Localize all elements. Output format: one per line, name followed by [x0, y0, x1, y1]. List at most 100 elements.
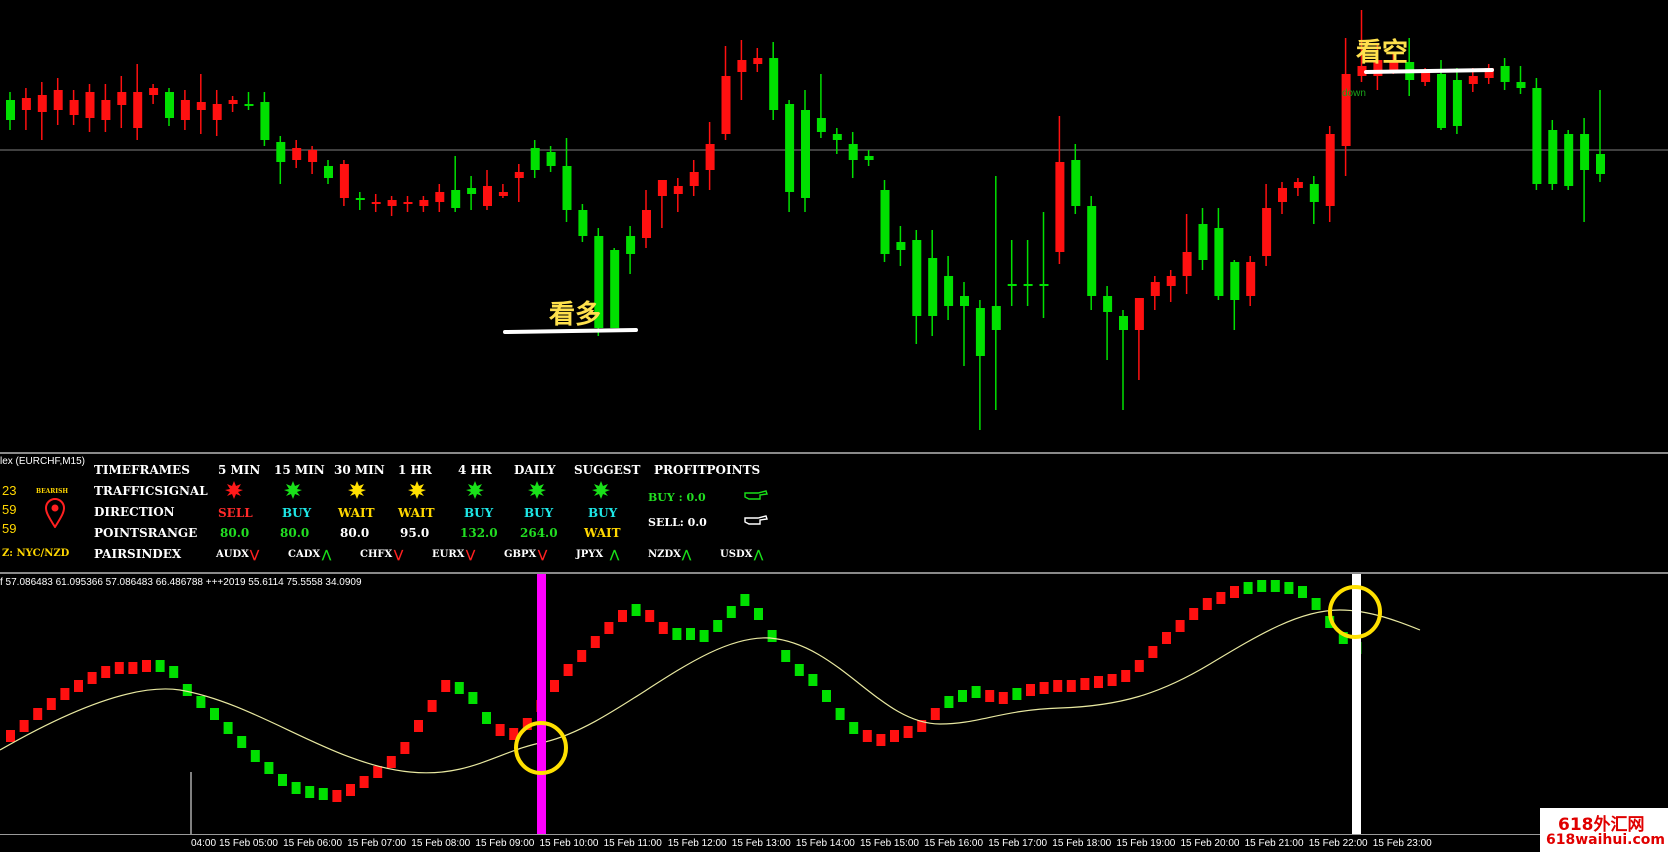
time-tick-label: 15 Feb 10:00 [539, 838, 599, 849]
candle-body [69, 100, 79, 115]
oscillator-bar [1094, 676, 1103, 688]
oscillator-bar [1012, 688, 1022, 700]
oscillator-bar [658, 622, 668, 634]
candle-body [753, 58, 763, 64]
candle-body [832, 134, 842, 140]
candle-body [196, 102, 206, 110]
candle-body [85, 92, 95, 118]
candle-body [1452, 80, 1462, 126]
candle-body [339, 164, 349, 198]
candle-body [1134, 298, 1144, 330]
direction-5min: SELL [218, 506, 253, 520]
candle-body [1309, 184, 1319, 202]
oscillator-bar [604, 622, 614, 634]
oscillator-bar [318, 788, 328, 800]
location-pin-icon [44, 498, 66, 528]
points-daily: 264.0 [520, 526, 558, 540]
indicator-dashboard: lex (EURCHF,M15) 23 59 59 BEARISH Z: NYC… [0, 454, 1668, 572]
magenta-marker-line [537, 574, 546, 834]
candle-body [228, 100, 238, 104]
oscillator-bar [971, 686, 981, 698]
oscillator-bar [386, 756, 396, 768]
axis-line [0, 834, 1668, 835]
oscillator-bar [1107, 674, 1117, 686]
signal-daily-icon [528, 481, 546, 499]
oscillator-bar [454, 682, 464, 694]
col-4hr-label: 4 HR [458, 463, 492, 477]
profitpoints-title: PROFITPOINTS [654, 463, 761, 477]
oscillator-bar [250, 750, 260, 762]
oscillator-signal-line [0, 609, 1421, 774]
candle-body [1437, 74, 1446, 128]
oscillator-chart[interactable] [0, 574, 1668, 834]
time-axis: 04:00 15 Feb 05:00 15 Feb 06:00 15 Feb 07:0… [0, 834, 1668, 852]
time-tick-label: 15 Feb 07:00 [347, 838, 407, 849]
candle-body [1166, 276, 1176, 286]
candle-body [991, 306, 1001, 330]
candle-body [721, 76, 731, 134]
oscillator-bar [441, 680, 451, 692]
short-annotation: 看空 [1356, 38, 1409, 68]
candle-body [1564, 134, 1574, 186]
candle-body [1071, 160, 1081, 206]
col-15min-label: 15 MIN [274, 463, 325, 477]
oscillator-header: f 57.086483 61.095366 57.086483 66.48678… [0, 577, 362, 588]
oscillator-bar [182, 684, 192, 696]
oscillator-bar [46, 698, 56, 710]
side-value-2: 59 [2, 502, 17, 517]
short-annotation-underline [1364, 68, 1494, 74]
oscillator-bar [903, 726, 913, 738]
time-tick-label: 15 Feb 08:00 [411, 838, 471, 849]
long-annotation: 看多 [549, 300, 602, 330]
candle-body [1119, 316, 1128, 330]
oscillator-bar [359, 776, 369, 788]
candle-body [1580, 134, 1590, 170]
time-tick-label: 15 Feb 14:00 [795, 838, 855, 849]
oscillator-bar [128, 662, 138, 674]
oscillator-bar [223, 722, 233, 734]
candle-body [737, 60, 747, 72]
oscillator-bar [169, 666, 179, 678]
candle-body [657, 180, 667, 196]
direction-15min: BUY [282, 506, 312, 520]
oscillator-bar [822, 690, 831, 702]
candle-body [816, 118, 826, 132]
oscillator-bar [726, 606, 736, 618]
oscillator-bar [754, 608, 763, 620]
price-chart[interactable] [0, 0, 1668, 450]
candle-body [1548, 130, 1558, 184]
oscillator-bar [1257, 580, 1267, 592]
candle-body [626, 236, 636, 254]
oscillator-bar [740, 594, 750, 606]
direction-4hr: BUY [464, 506, 494, 520]
bearish-badge: BEARISH [36, 488, 69, 495]
oscillator-bar [33, 708, 43, 720]
time-tick-label: 15 Feb 18:00 [1052, 838, 1112, 849]
oscillator-bar [291, 782, 301, 794]
oscillator-bar [1243, 582, 1253, 594]
oscillator-bar [1039, 682, 1049, 694]
pair-audx: AUDX [216, 549, 249, 560]
candle-body [212, 104, 222, 120]
row-timeframes: TIMEFRAMES [94, 463, 190, 477]
candle-body [1055, 162, 1065, 252]
signal-suggest-icon [592, 481, 610, 499]
candle-body [801, 110, 810, 198]
oscillator-bar [577, 650, 587, 662]
candle-body [1103, 296, 1113, 312]
candle-body [1293, 182, 1303, 188]
oscillator-bar [1080, 678, 1090, 690]
candle-body [673, 186, 683, 194]
time-tick-label: 15 Feb 13:00 [731, 838, 791, 849]
oscillator-bar [849, 722, 859, 734]
oscillator-bar [1284, 582, 1294, 594]
candle-body [260, 102, 270, 140]
oscillator-bar [427, 700, 437, 712]
pair-eurx: EURX [432, 549, 465, 560]
row-direction: DIRECTION [94, 505, 175, 519]
oscillator-bar [346, 784, 355, 796]
oscillator-bar [985, 690, 995, 702]
points-30min: 80.0 [340, 526, 370, 540]
time-tick-label: 15 Feb 06:00 [283, 838, 343, 849]
candle-body [578, 210, 588, 236]
